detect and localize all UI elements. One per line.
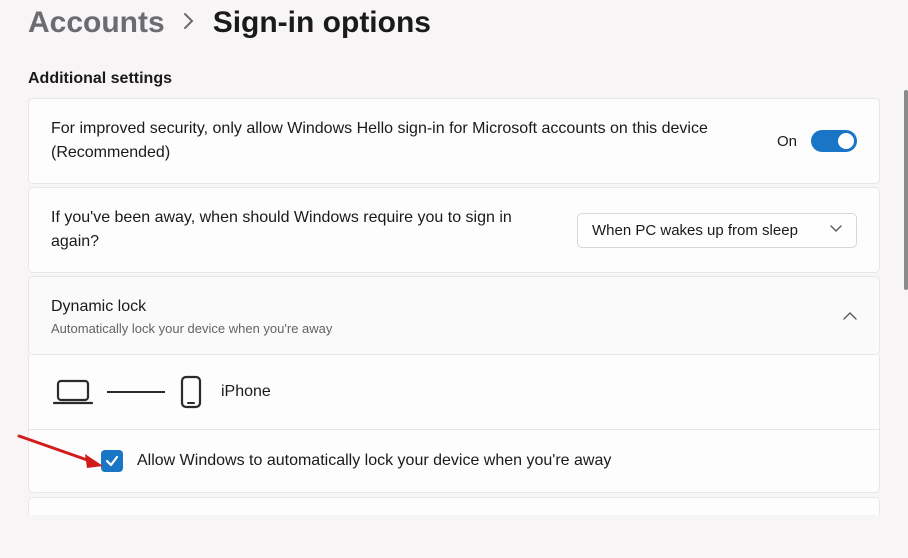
dynamic-lock-panel: iPhone Allow Windows to automatically lo… bbox=[28, 355, 880, 493]
auto-lock-checkbox-row: Allow Windows to automatically lock your… bbox=[29, 430, 879, 492]
require-signin-select[interactable]: When PC wakes up from sleep bbox=[577, 213, 857, 248]
dynamic-lock-subtitle: Automatically lock your device when you'… bbox=[51, 321, 823, 336]
toggle-state-label: On bbox=[777, 133, 797, 150]
next-setting-stub bbox=[28, 497, 880, 515]
dynamic-lock-expander[interactable]: Dynamic lock Automatically lock your dev… bbox=[28, 276, 880, 355]
page-title: Sign-in options bbox=[213, 6, 431, 40]
chevron-up-icon bbox=[843, 308, 857, 323]
windows-hello-signin-setting: For improved security, only allow Window… bbox=[28, 98, 880, 184]
setting-description: For improved security, only allow Window… bbox=[51, 117, 757, 165]
auto-lock-checkbox[interactable] bbox=[101, 450, 123, 472]
setting-description: If you've been away, when should Windows… bbox=[51, 206, 557, 254]
dynamic-lock-title: Dynamic lock bbox=[51, 295, 823, 319]
windows-hello-toggle[interactable] bbox=[811, 130, 857, 152]
chevron-right-icon bbox=[183, 12, 195, 35]
chevron-down-icon bbox=[830, 224, 842, 236]
pairing-link-icon bbox=[107, 391, 165, 393]
scrollbar-thumb[interactable] bbox=[904, 90, 908, 290]
select-value: When PC wakes up from sleep bbox=[592, 222, 798, 239]
laptop-icon bbox=[53, 378, 93, 406]
require-signin-setting: If you've been away, when should Windows… bbox=[28, 187, 880, 273]
section-heading: Additional settings bbox=[28, 70, 880, 88]
breadcrumb: Accounts Sign-in options bbox=[28, 6, 880, 40]
phone-icon bbox=[179, 375, 203, 409]
breadcrumb-parent[interactable]: Accounts bbox=[28, 6, 165, 40]
paired-device-name: iPhone bbox=[221, 383, 271, 401]
auto-lock-checkbox-label: Allow Windows to automatically lock your… bbox=[137, 452, 611, 470]
paired-device-row: iPhone bbox=[29, 355, 879, 430]
